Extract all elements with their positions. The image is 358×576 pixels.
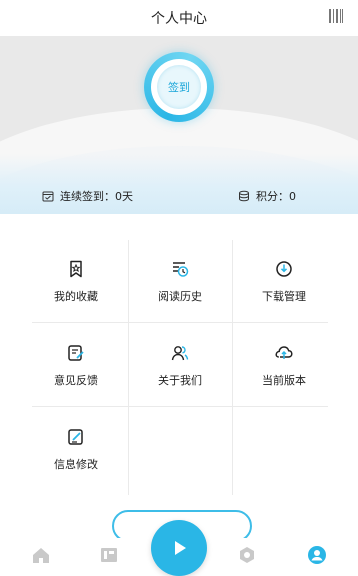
menu-item-about[interactable]: 关于我们 (128, 326, 232, 406)
play-icon (175, 541, 186, 555)
play-button[interactable] (151, 520, 207, 576)
points-text: 积分：0 (256, 190, 296, 203)
menu-label: 我的收藏 (54, 290, 98, 303)
history-icon (173, 262, 189, 277)
points-stat: 积分：0 (238, 184, 296, 208)
streak-stat: 连续签到：0天 (42, 184, 133, 208)
nav-discover[interactable] (236, 544, 258, 566)
menu-label: 意见反馈 (54, 374, 98, 387)
divider (32, 322, 328, 323)
menu-item-favorites[interactable]: 我的收藏 (24, 242, 128, 322)
nav-profile[interactable] (306, 544, 328, 566)
favorite-icon (70, 260, 82, 278)
signin-button[interactable]: 签到 (144, 52, 214, 122)
top-header: 个人中心 (0, 0, 358, 36)
menu-item-history[interactable]: 阅读历史 (128, 242, 232, 322)
menu-item-edit-info[interactable]: 信息修改 (24, 410, 128, 490)
edit-info-icon (68, 429, 83, 445)
stats-bar: 连续签到：0天 积分：0 (0, 184, 358, 208)
calendar-check-icon (42, 191, 54, 202)
nav-library[interactable] (98, 544, 120, 566)
divider (32, 406, 328, 407)
about-icon (171, 346, 189, 361)
qr-code-icon[interactable] (328, 8, 344, 24)
menu-item-feedback[interactable]: 意见反馈 (24, 326, 128, 406)
page-title: 个人中心 (151, 11, 207, 27)
menu-label: 关于我们 (158, 374, 202, 387)
profile-icon (308, 546, 326, 564)
coins-icon (239, 190, 249, 202)
menu-label: 下载管理 (262, 290, 306, 303)
nav-home[interactable] (30, 544, 52, 566)
menu-item-version[interactable]: 当前版本 (232, 326, 336, 406)
menu-label: 阅读历史 (158, 290, 202, 303)
home-icon (33, 548, 49, 563)
streak-text: 连续签到：0天 (60, 190, 133, 203)
cloud-version-icon (275, 346, 293, 359)
menu-item-downloads[interactable]: 下载管理 (232, 242, 336, 322)
signin-ring-inner: 签到 (151, 59, 207, 115)
feedback-icon (68, 345, 84, 361)
menu-grid: 我的收藏 阅读历史 下载管理 意见反馈 关于我们 当前版本 信息修改 (24, 240, 336, 495)
signin-label: 签到 (157, 65, 201, 109)
library-icon (101, 548, 117, 562)
menu-label: 信息修改 (54, 458, 98, 471)
menu-label: 当前版本 (262, 374, 306, 387)
download-icon (276, 261, 292, 277)
hexagon-icon (240, 547, 254, 563)
